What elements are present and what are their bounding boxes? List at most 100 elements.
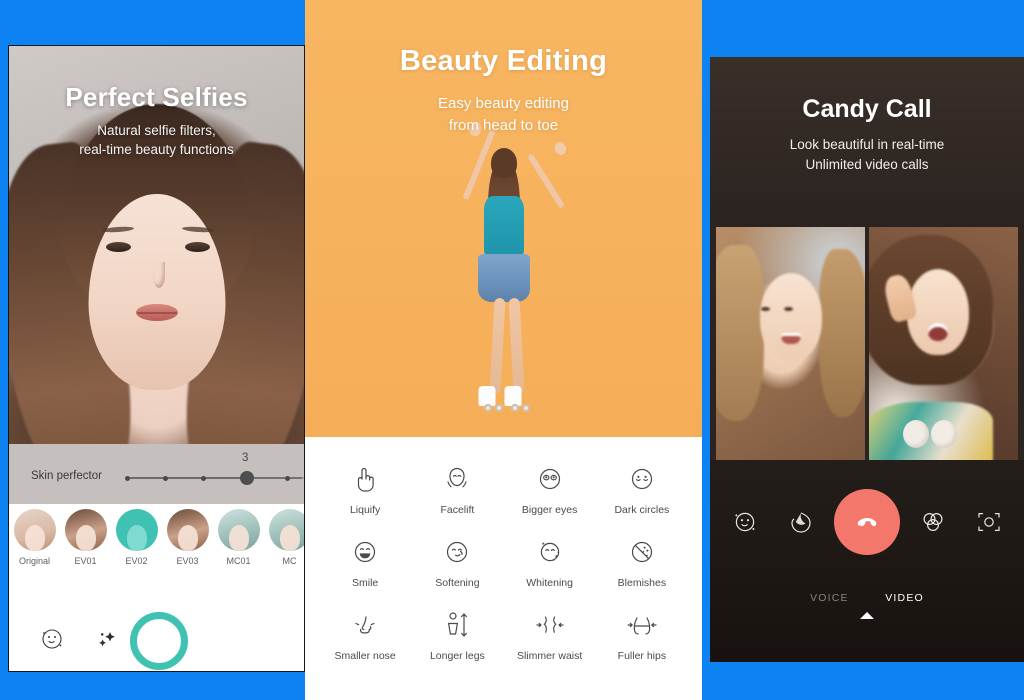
camera-control-bar xyxy=(9,609,304,671)
tool-label: Longer legs xyxy=(429,650,485,662)
switch-camera-icon[interactable] xyxy=(966,499,1012,545)
slider-tick-2[interactable] xyxy=(163,475,168,481)
beauty-tool-panel: Liquify Facelift Bigger eyes Dark circle… xyxy=(305,437,702,700)
tool-label: Smile xyxy=(351,577,379,589)
filter-item[interactable]: Original xyxy=(9,509,60,566)
pointing-hand-icon xyxy=(319,459,411,499)
lip-line xyxy=(136,312,177,314)
tool-fuller-hips[interactable]: Fuller hips xyxy=(596,597,688,662)
shutter-button[interactable] xyxy=(130,612,188,670)
beauty-smiley-icon[interactable] xyxy=(722,499,768,545)
skin-perfector-label: Skin perfector xyxy=(31,470,102,482)
panel2-subtitle-line2: from head to toe xyxy=(448,116,559,134)
feed-a-hair-right xyxy=(819,249,865,417)
panel-perfect-selfies: Perfect Selfies Natural selfie filters, … xyxy=(8,45,305,672)
tool-softening[interactable]: Softening xyxy=(411,524,503,589)
slider-knob[interactable] xyxy=(240,471,254,485)
call-mode-tabs: VOICE VIDEO xyxy=(710,588,1024,606)
model-arm-right xyxy=(527,153,566,209)
sparkles-icon[interactable] xyxy=(93,626,119,657)
panel-candy-call: Candy Call Look beautiful in real-time U… xyxy=(710,57,1024,662)
model-head xyxy=(490,148,517,178)
model-skirt xyxy=(477,254,530,302)
filter-thumbnail[interactable] xyxy=(217,509,260,551)
slider-tick-5[interactable] xyxy=(285,475,290,481)
tool-facelift[interactable]: Facelift xyxy=(411,451,503,516)
video-feed-local[interactable] xyxy=(716,227,865,460)
filter-label: EV03 xyxy=(176,556,199,566)
end-call-icon xyxy=(857,518,877,527)
slider-tick-3[interactable] xyxy=(201,475,206,481)
model-leg-right xyxy=(508,297,525,395)
model-top xyxy=(483,196,524,258)
tool-label: Slimmer waist xyxy=(516,650,583,662)
tool-blemishes[interactable]: Blemishes xyxy=(596,524,688,589)
color-filters-icon[interactable] xyxy=(910,499,956,545)
panel2-subtitle: Easy beauty editing from head to toe xyxy=(305,93,702,137)
panel3-subtitle: Look beautiful in real-time Unlimited vi… xyxy=(710,135,1024,176)
filter-thumbnail[interactable] xyxy=(13,509,56,551)
skin-perfector-slider[interactable]: Skin perfector 3 xyxy=(9,444,304,504)
filter-thumbnail[interactable] xyxy=(64,509,107,551)
filter-thumbnail[interactable] xyxy=(115,509,158,551)
slider-track-remainder[interactable] xyxy=(252,477,304,479)
tool-label: Dark circles xyxy=(614,504,670,516)
filter-item-selected[interactable]: EV02 xyxy=(111,509,162,566)
eye-right xyxy=(185,242,210,252)
softening-face-icon xyxy=(411,532,503,572)
tool-smaller-nose[interactable]: Smaller nose xyxy=(319,597,411,662)
tool-label: Blemishes xyxy=(617,577,667,589)
tool-label: Whitening xyxy=(526,577,573,589)
feed-a-eye-left xyxy=(761,307,770,311)
tab-voice[interactable]: VOICE xyxy=(810,592,849,604)
panel1-subtitle: Natural selfie filters, real-time beauty… xyxy=(9,121,304,159)
smiley-face-icon[interactable] xyxy=(39,626,65,657)
filter-item[interactable]: EV01 xyxy=(60,509,111,566)
panel2-title: Beauty Editing xyxy=(399,45,608,77)
call-buttons-row xyxy=(710,484,1024,560)
tool-whitening[interactable]: Whitening xyxy=(504,524,596,589)
filter-label: Original xyxy=(18,556,50,566)
tool-smile[interactable]: Smile xyxy=(319,524,411,589)
filter-item[interactable]: EV03 xyxy=(162,509,213,566)
nose xyxy=(153,262,165,288)
model-skate-left xyxy=(478,386,496,406)
blemishes-icon xyxy=(596,532,688,572)
end-call-button[interactable] xyxy=(834,489,900,555)
face-slim-icon xyxy=(411,459,503,499)
filter-thumbnail[interactable] xyxy=(268,509,304,551)
whitening-face-icon xyxy=(504,532,596,572)
tool-label: Smaller nose xyxy=(334,650,396,662)
slider-tick-1[interactable] xyxy=(125,475,130,481)
tool-label: Bigger eyes xyxy=(521,504,578,516)
tool-bigger-eyes[interactable]: Bigger eyes xyxy=(504,451,596,516)
filter-label: MC01 xyxy=(226,556,251,566)
skate-wheels-right xyxy=(510,404,531,412)
filter-droplet-icon[interactable] xyxy=(778,499,824,545)
tool-longer-legs[interactable]: Longer legs xyxy=(411,597,503,662)
filter-strip[interactable]: Original EV01 EV02 EV03 MC01 MC xyxy=(9,504,304,609)
filter-item[interactable]: MC01 xyxy=(213,509,264,566)
filter-thumbnail[interactable] xyxy=(166,509,209,551)
body-height-icon xyxy=(411,605,503,645)
eye-left xyxy=(106,242,131,252)
feed-b-mouth xyxy=(927,323,948,341)
video-feed-remote[interactable] xyxy=(869,227,1018,460)
panel1-title: Perfect Selfies xyxy=(65,82,248,112)
screenshot-stage: Perfect Selfies Natural selfie filters, … xyxy=(0,0,1024,700)
tool-dark-circles[interactable]: Dark circles xyxy=(596,451,688,516)
active-tab-caret-icon xyxy=(860,612,874,619)
panel3-title: Candy Call xyxy=(802,95,932,123)
model-leg-left xyxy=(489,297,506,395)
tool-label: Facelift xyxy=(440,504,475,516)
panel-beauty-editing: Beauty Editing Easy beauty editing from … xyxy=(305,0,702,700)
tool-slimmer-waist[interactable]: Slimmer waist xyxy=(504,597,596,662)
tool-liquify[interactable]: Liquify xyxy=(319,451,411,516)
tool-label: Fuller hips xyxy=(617,650,667,662)
tab-video[interactable]: VIDEO xyxy=(885,592,924,604)
feed-a-hair-left xyxy=(716,245,764,421)
big-eyes-face-icon xyxy=(504,459,596,499)
smiling-face-icon xyxy=(319,532,411,572)
panel1-subtitle-line2: real-time beauty functions xyxy=(79,142,234,158)
filter-item[interactable]: MC xyxy=(264,509,304,566)
